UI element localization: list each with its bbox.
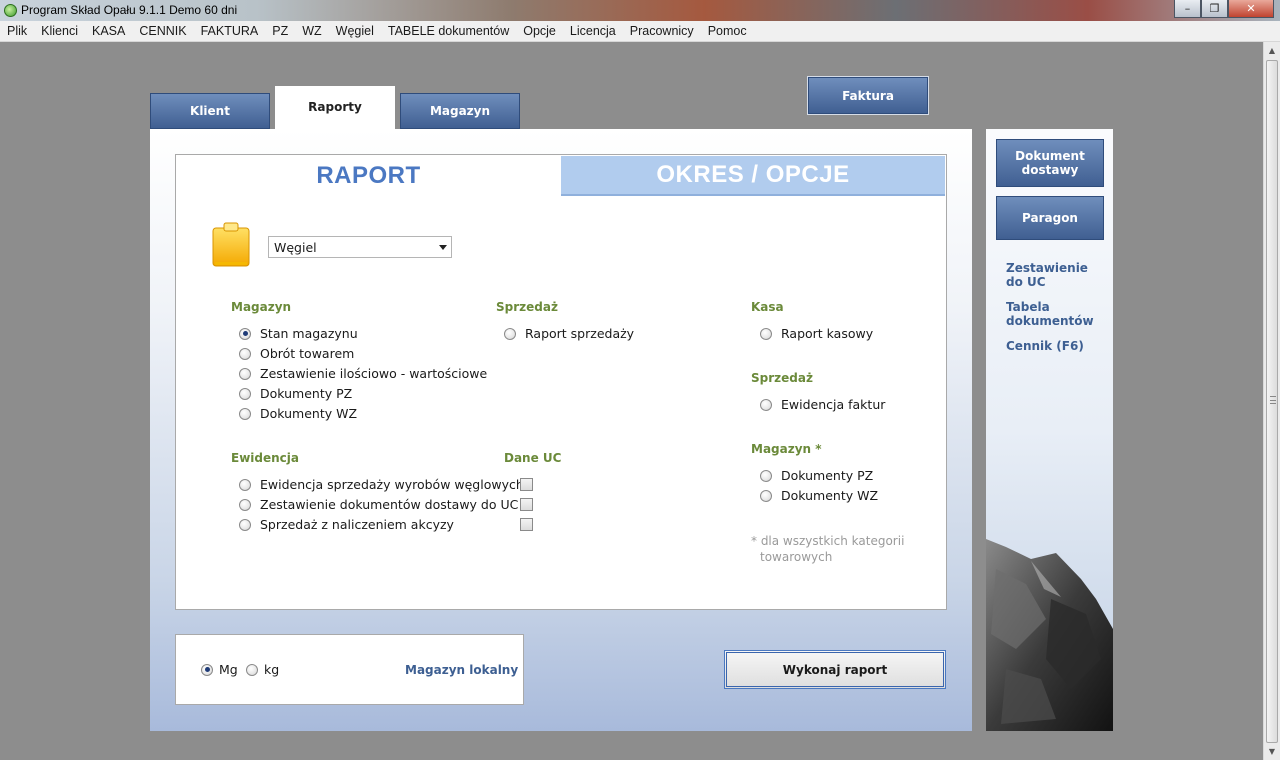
coal-image: [986, 539, 1113, 731]
note-line-2: towarowych: [760, 550, 833, 564]
dokument-dostawy-label: Dokument dostawy: [1015, 149, 1085, 177]
menu-bar: Plik Klienci KASA CENNIK FAKTURA PZ WZ W…: [0, 21, 1280, 42]
chevron-down-icon[interactable]: [439, 245, 447, 250]
section-title-dane-uc: Dane UC: [504, 451, 562, 465]
scroll-thumb[interactable]: [1266, 60, 1278, 743]
option-raport-sprzedazy[interactable]: Raport sprzedaży: [504, 326, 634, 341]
maximize-button[interactable]: ❐: [1201, 0, 1228, 18]
option-obrot-towarem[interactable]: Obrót towarem: [239, 346, 354, 361]
clipboard-icon: [212, 222, 250, 267]
option-sprzedaz-akcyza[interactable]: Sprzedaż z naliczeniem akcyzy: [239, 517, 454, 532]
category-select[interactable]: Węgiel: [268, 236, 452, 258]
tab-raporty[interactable]: Raporty: [275, 86, 395, 130]
option-raport-kasowy[interactable]: Raport kasowy: [760, 326, 873, 341]
section-title-magazyn: Magazyn: [231, 300, 292, 314]
section-title-kasa: Kasa: [751, 300, 784, 314]
tab-klient[interactable]: Klient: [150, 93, 270, 129]
option-ewidencja-sprzedazy[interactable]: Ewidencja sprzedaży wyrobów węglowych: [239, 477, 524, 492]
dokument-dostawy-label-line1: Dokument: [1015, 149, 1085, 163]
menu-item-licencja[interactable]: Licencja: [563, 24, 623, 38]
section-title-sprzedaz-faktury: Sprzedaż: [751, 371, 813, 385]
vertical-scrollbar[interactable]: ▲ ▼: [1263, 42, 1280, 760]
execute-report-button[interactable]: Wykonaj raport: [724, 650, 946, 689]
radio-unit-mg[interactable]: [201, 663, 213, 676]
radio-ewidencja-faktur[interactable]: [760, 398, 772, 411]
option-zestawienie-ilosciowo[interactable]: Zestawienie ilościowo - wartościowe: [239, 366, 487, 381]
section-title-ewidencja: Ewidencja: [231, 451, 299, 465]
option-dokumenty-pz-all[interactable]: Dokumenty PZ: [760, 468, 873, 483]
app-globe-icon: [4, 4, 17, 17]
checkbox-dane-uc-2[interactable]: [520, 498, 533, 511]
option-zestawienie-dostawy-uc[interactable]: Zestawienie dokumentów dostawy do UC: [239, 497, 518, 512]
menu-item-wegiel[interactable]: Węgiel: [329, 24, 381, 38]
radio-raport-sprzedazy[interactable]: [504, 327, 516, 340]
scroll-up-icon[interactable]: ▲: [1264, 42, 1280, 59]
option-unit-kg[interactable]: kg: [246, 662, 279, 677]
zestawienie-uc-link[interactable]: Zestawienie do UC: [1006, 261, 1101, 289]
note-all-categories: * dla wszystkich kategorii towarowych: [751, 533, 911, 565]
tabela-dokumentow-line2: dokumentów: [1006, 314, 1094, 328]
radio-dokumenty-wz-all[interactable]: [760, 489, 772, 502]
category-select-value: Węgiel: [274, 239, 317, 255]
radio-dokumenty-pz[interactable]: [239, 387, 251, 400]
radio-obrot-towarem[interactable]: [239, 347, 251, 360]
zestawienie-uc-line1: Zestawienie: [1006, 261, 1088, 275]
option-stan-magazynu[interactable]: Stan magazynu: [239, 326, 358, 341]
menu-item-opcje[interactable]: Opcje: [516, 24, 563, 38]
tabela-dokumentow-link[interactable]: Tabela dokumentów: [1006, 300, 1101, 328]
menu-item-faktura[interactable]: FAKTURA: [194, 24, 266, 38]
radio-ewidencja-sprzedazy[interactable]: [239, 478, 251, 491]
option-unit-mg[interactable]: Mg: [201, 662, 238, 677]
cennik-link[interactable]: Cennik (F6): [1006, 339, 1101, 353]
menu-item-pomoc[interactable]: Pomoc: [701, 24, 754, 38]
menu-item-cennik[interactable]: CENNIK: [132, 24, 193, 38]
paragon-button[interactable]: Paragon: [996, 196, 1104, 240]
minimize-button[interactable]: –: [1174, 0, 1201, 18]
scroll-down-icon[interactable]: ▼: [1264, 743, 1280, 760]
zestawienie-uc-line2: do UC: [1006, 275, 1046, 289]
note-line-1: * dla wszystkich kategorii: [751, 534, 905, 548]
faktura-button[interactable]: Faktura: [807, 76, 929, 115]
radio-dokumenty-pz-all[interactable]: [760, 469, 772, 482]
radio-zestawienie-ilosciowo[interactable]: [239, 367, 251, 380]
menu-item-tabele[interactable]: TABELE dokumentów: [381, 24, 516, 38]
checkbox-dane-uc-3[interactable]: [520, 518, 533, 531]
window-title: Program Skład Opału 9.1.1 Demo 60 dni: [21, 3, 238, 17]
checkbox-dane-uc-1[interactable]: [520, 478, 533, 491]
menu-item-kasa[interactable]: KASA: [85, 24, 132, 38]
radio-dokumenty-wz[interactable]: [239, 407, 251, 420]
radio-unit-kg[interactable]: [246, 663, 258, 676]
menu-item-pracownicy[interactable]: Pracownicy: [623, 24, 701, 38]
section-title-magazyn-all: Magazyn *: [751, 442, 822, 456]
menu-item-klienci[interactable]: Klienci: [34, 24, 85, 38]
option-dokumenty-wz-all[interactable]: Dokumenty WZ: [760, 488, 878, 503]
option-ewidencja-faktur[interactable]: Ewidencja faktur: [760, 397, 885, 412]
close-button[interactable]: ✕: [1228, 0, 1274, 18]
raport-header-tab[interactable]: RAPORT: [176, 156, 561, 196]
dokument-dostawy-button[interactable]: Dokument dostawy: [996, 139, 1104, 187]
tab-magazyn[interactable]: Magazyn: [400, 93, 520, 129]
window-controls: – ❐ ✕: [1174, 0, 1274, 18]
radio-zestawienie-dostawy-uc[interactable]: [239, 498, 251, 511]
radio-sprzedaz-akcyza[interactable]: [239, 518, 251, 531]
magazyn-lokalny-link[interactable]: Magazyn lokalny: [405, 663, 518, 677]
menu-item-pz[interactable]: PZ: [265, 24, 295, 38]
grip-icon: [1270, 396, 1276, 404]
menu-item-wz[interactable]: WZ: [295, 24, 328, 38]
okres-opcje-header-tab[interactable]: OKRES / OPCJE: [561, 156, 945, 196]
option-dokumenty-wz[interactable]: Dokumenty WZ: [239, 406, 357, 421]
option-dokumenty-pz[interactable]: Dokumenty PZ: [239, 386, 352, 401]
menu-item-plik[interactable]: Plik: [0, 24, 34, 38]
radio-stan-magazynu[interactable]: [239, 327, 251, 340]
dokument-dostawy-label-line2: dostawy: [1021, 163, 1079, 177]
title-bar: Program Skład Opału 9.1.1 Demo 60 dni – …: [0, 0, 1280, 21]
tabela-dokumentow-line1: Tabela: [1006, 300, 1050, 314]
section-title-sprzedaz: Sprzedaż: [496, 300, 558, 314]
radio-raport-kasowy[interactable]: [760, 327, 772, 340]
